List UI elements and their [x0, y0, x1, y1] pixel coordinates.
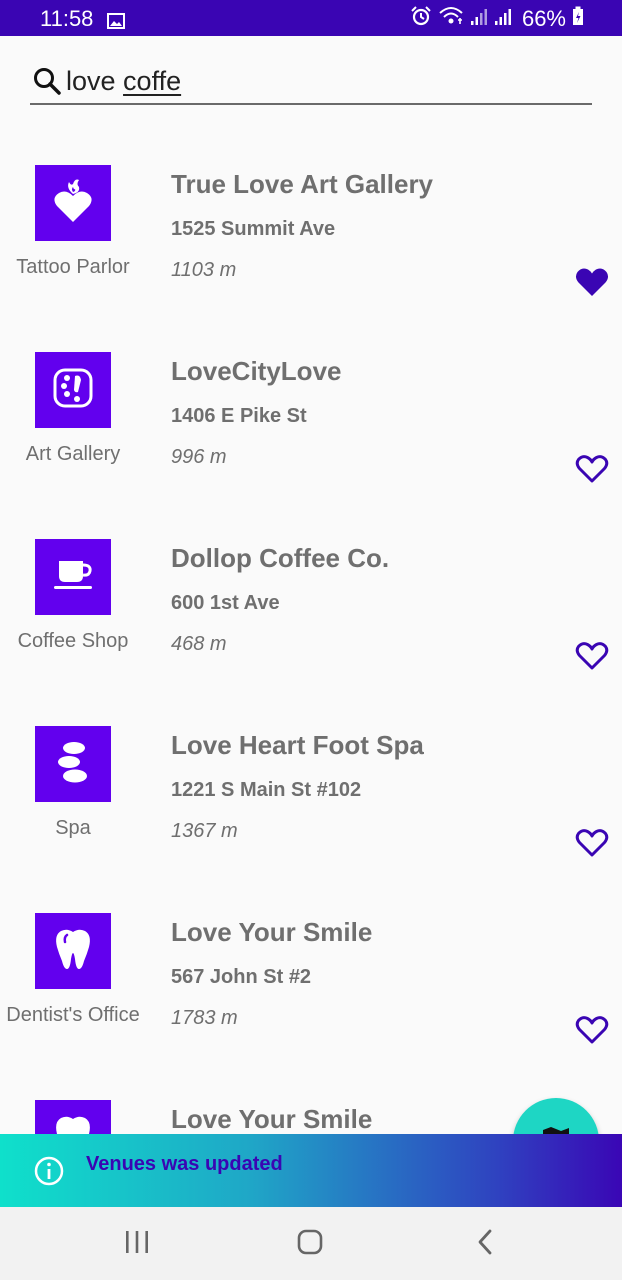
venue-distance: 1367 m [171, 820, 238, 842]
tooth-icon [53, 1114, 93, 1135]
category-label: Art Gallery [25, 443, 121, 465]
heart-outline-icon [575, 1015, 609, 1050]
favorite-button[interactable] [574, 828, 610, 862]
venue-name: True Love Art Gallery [171, 169, 434, 199]
heart-outline-icon [575, 828, 609, 863]
favorite-button[interactable] [574, 1015, 610, 1049]
venue-distance: 1103 m [171, 259, 237, 281]
venue-address: 1406 E Pike St [171, 405, 307, 427]
heart-outline-icon [575, 454, 609, 489]
wifi-icon [438, 6, 464, 32]
battery-charging-icon [572, 6, 584, 32]
search-text-composing: coffe [123, 66, 182, 96]
home-icon [296, 1228, 324, 1261]
category-label: Tattoo Parlor [16, 256, 130, 278]
category-tile [35, 352, 111, 428]
tattoo-icon [53, 178, 93, 229]
list-item[interactable]: Tattoo Parlor True Love Art Gallery 1525… [0, 140, 622, 327]
home-button[interactable] [290, 1229, 330, 1259]
alarm-icon [410, 6, 432, 32]
favorite-button[interactable] [574, 267, 610, 301]
coffee-cup-icon [51, 558, 95, 597]
venue-address: 1221 S Main St #102 [171, 779, 362, 801]
favorite-button[interactable] [574, 641, 610, 675]
signal-icon [470, 6, 488, 32]
snackbar: Venues was updated [0, 1134, 622, 1207]
category-tile [35, 165, 111, 241]
category-label: Coffee Shop [17, 630, 129, 652]
search-text-plain: love [66, 66, 124, 96]
list-item[interactable]: Spa Love Heart Foot Spa 1221 S Main St #… [0, 701, 622, 888]
list-item[interactable]: Art Gallery LoveCityLove 1406 E Pike St … [0, 327, 622, 514]
venue-address: 600 1st Ave [171, 592, 280, 614]
venue-distance: 1783 m [171, 1007, 238, 1029]
spa-stones-icon [56, 740, 90, 789]
art-gallery-icon [51, 366, 95, 415]
recent-apps-button[interactable] [117, 1229, 157, 1259]
back-button[interactable] [465, 1229, 505, 1259]
search-icon [32, 66, 64, 98]
recent-apps-icon [124, 1230, 150, 1259]
category-tile [35, 726, 111, 802]
list-item[interactable]: Dentist's Office Love Your Smile 567 Joh… [0, 888, 622, 1075]
category-tile [35, 913, 111, 989]
back-chevron-icon [475, 1228, 495, 1261]
category-tile [35, 539, 111, 615]
favorite-button[interactable] [574, 454, 610, 488]
status-time: 11:58 [40, 6, 94, 31]
image-icon [107, 9, 125, 35]
venue-address: 1525 Summit Ave [171, 218, 336, 240]
battery-percentage: 66% [521, 6, 566, 31]
venue-name: LoveCityLove [171, 356, 342, 386]
heart-outline-icon [575, 641, 609, 676]
search-bar[interactable]: love coffe [30, 60, 592, 105]
venue-name: Love Your Smile [171, 917, 373, 947]
venue-name: Love Your Smile [171, 1104, 373, 1134]
tooth-icon [53, 927, 93, 976]
system-nav-bar [0, 1207, 622, 1280]
info-icon [33, 1155, 65, 1187]
category-label: Spa [55, 817, 91, 839]
venue-distance: 468 m [171, 633, 227, 655]
venue-name: Dollop Coffee Co. [171, 543, 390, 573]
signal-icon-2 [494, 6, 512, 32]
snackbar-message: Venues was updated [86, 1153, 283, 1175]
venue-address: 567 John St #2 [171, 966, 312, 988]
search-input[interactable]: love coffe [66, 66, 181, 97]
heart-filled-icon [575, 267, 609, 302]
list-item[interactable]: Coffee Shop Dollop Coffee Co. 600 1st Av… [0, 514, 622, 701]
category-tile [35, 1100, 111, 1135]
status-bar: 11:58 66% [0, 0, 622, 36]
category-label: Dentist's Office [6, 1004, 140, 1026]
venue-distance: 996 m [171, 446, 227, 468]
venue-name: Love Heart Foot Spa [171, 730, 424, 760]
status-icons: 66% [410, 6, 584, 32]
